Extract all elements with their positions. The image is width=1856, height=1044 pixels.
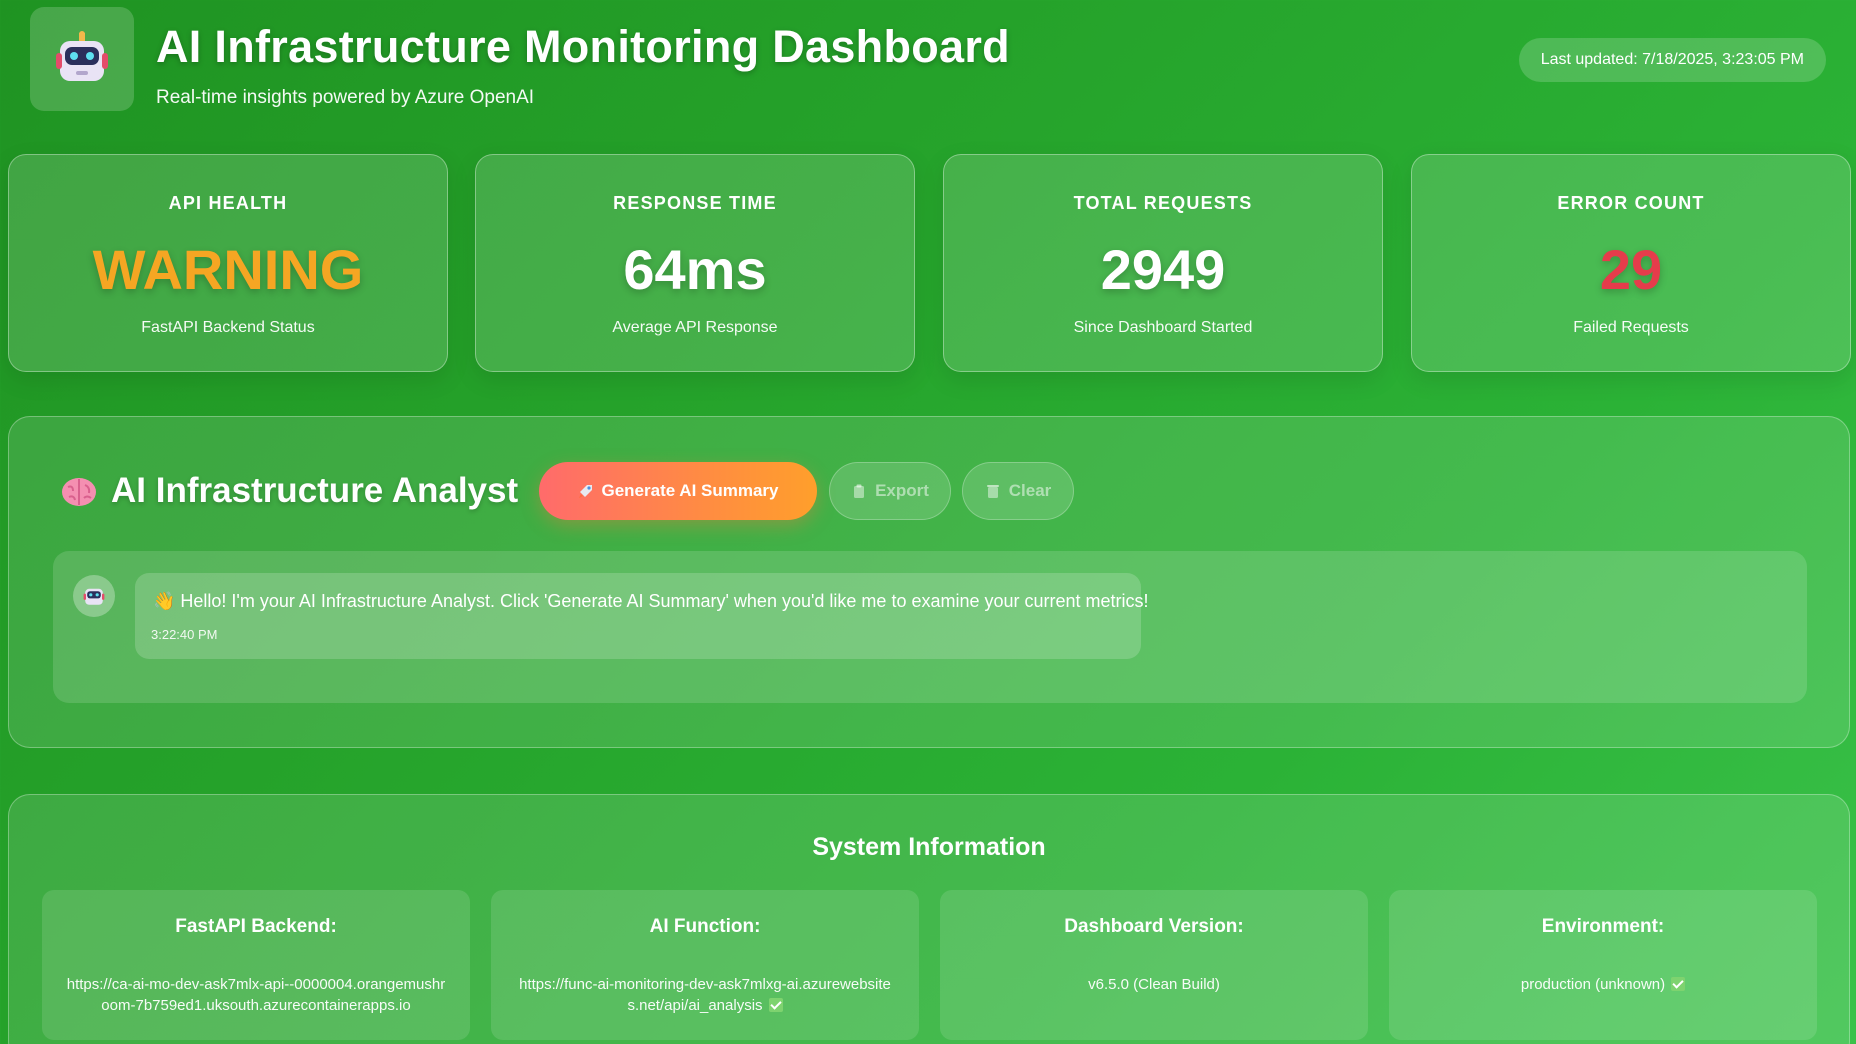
checkmark-icon [768, 998, 783, 1012]
chat-message: 👋 Hello! I'm your AI Infrastructure Anal… [135, 573, 1149, 659]
system-info-label: Environment: [1541, 916, 1665, 937]
chat-area: 👋 Hello! I'm your AI Infrastructure Anal… [53, 551, 1807, 703]
metric-card-total-requests: TOTAL REQUESTS 2949 Since Dashboard Star… [943, 154, 1383, 372]
metric-label: API HEALTH [168, 193, 288, 213]
metric-card-response-time: RESPONSE TIME 64ms Average API Response [475, 154, 915, 372]
metric-value: 2949 [1100, 238, 1226, 301]
system-info-label: Dashboard Version: [1064, 916, 1244, 937]
system-info-card-backend: FastAPI Backend: https://ca-ai-mo-dev-as… [42, 890, 470, 1040]
metric-value: 29 [1599, 238, 1663, 301]
metric-subtitle: Failed Requests [1573, 319, 1689, 336]
clear-button[interactable]: Clear [962, 462, 1074, 520]
metric-subtitle: Average API Response [612, 319, 778, 336]
analyst-title: AI Infrastructure Analyst [111, 471, 519, 510]
dashboard-header: AI Infrastructure Monitoring Dashboard R… [30, 7, 1826, 111]
system-info-value: https://ca-ai-mo-dev-ask7mlx-api--000000… [66, 974, 446, 1016]
rocket-icon [578, 485, 592, 498]
robot-icon [83, 588, 105, 605]
metric-card-api-health: API HEALTH WARNING FastAPI Backend Statu… [8, 154, 448, 372]
metric-subtitle: Since Dashboard Started [1073, 319, 1253, 336]
system-info-title: System Information [812, 833, 1046, 861]
metric-label: ERROR COUNT [1557, 193, 1705, 213]
system-info-value: https://func-ai-monitoring-dev-ask7mlxg-… [515, 974, 895, 1016]
system-info-value-text: production (unknown) [1520, 976, 1666, 993]
export-button[interactable]: Export [829, 462, 951, 520]
metric-label: TOTAL REQUESTS [1073, 193, 1253, 213]
page-subtitle: Real-time insights powered by Azure Open… [156, 87, 535, 108]
chat-message-text: 👋 Hello! I'm your AI Infrastructure Anal… [153, 591, 1149, 611]
system-info-panel: System Information FastAPI Backend: http… [8, 794, 1850, 1044]
chat-message-time: 3:22:40 PM [151, 627, 218, 642]
system-info-value: production (unknown) [1413, 974, 1793, 995]
system-info-value: v6.5.0 (Clean Build) [964, 974, 1344, 995]
metric-value: 64ms [623, 238, 767, 301]
system-info-label: AI Function: [649, 916, 761, 937]
system-info-value-text: https://func-ai-monitoring-dev-ask7mlxg-… [519, 976, 891, 1014]
chat-avatar [73, 575, 115, 617]
generate-button-label: Generate AI Summary [601, 481, 779, 500]
export-button-label: Export [875, 481, 929, 500]
metric-subtitle: FastAPI Backend Status [141, 319, 315, 336]
logo [30, 7, 134, 111]
metric-card-error-count: ERROR COUNT 29 Failed Requests [1411, 154, 1851, 372]
robot-icon [56, 31, 108, 81]
system-info-card-ai-function: AI Function: https://func-ai-monitoring-… [491, 890, 919, 1040]
system-info-value-text: v6.5.0 (Clean Build) [1088, 976, 1220, 993]
checkmark-icon [1671, 977, 1686, 991]
system-info-card-environment: Environment: production (unknown) [1389, 890, 1817, 1040]
ai-analyst-panel: AI Infrastructure Analyst Generate AI Su… [8, 416, 1850, 748]
clear-button-label: Clear [1008, 481, 1052, 500]
metric-label: RESPONSE TIME [613, 193, 777, 213]
system-info-card-version: Dashboard Version: v6.5.0 (Clean Build) [940, 890, 1368, 1040]
system-info-value-text: https://ca-ai-mo-dev-ask7mlx-api--000000… [66, 976, 446, 1014]
metric-value: WARNING [92, 238, 364, 301]
last-updated-badge: Last updated: 7/18/2025, 3:23:05 PM [1518, 38, 1826, 82]
system-info-label: FastAPI Backend: [175, 916, 337, 937]
page-title: AI Infrastructure Monitoring Dashboard [156, 21, 1010, 72]
clipboard-icon [854, 484, 865, 498]
brain-icon [62, 478, 96, 506]
generate-ai-summary-button[interactable]: Generate AI Summary [539, 462, 817, 520]
trash-icon [986, 485, 999, 498]
